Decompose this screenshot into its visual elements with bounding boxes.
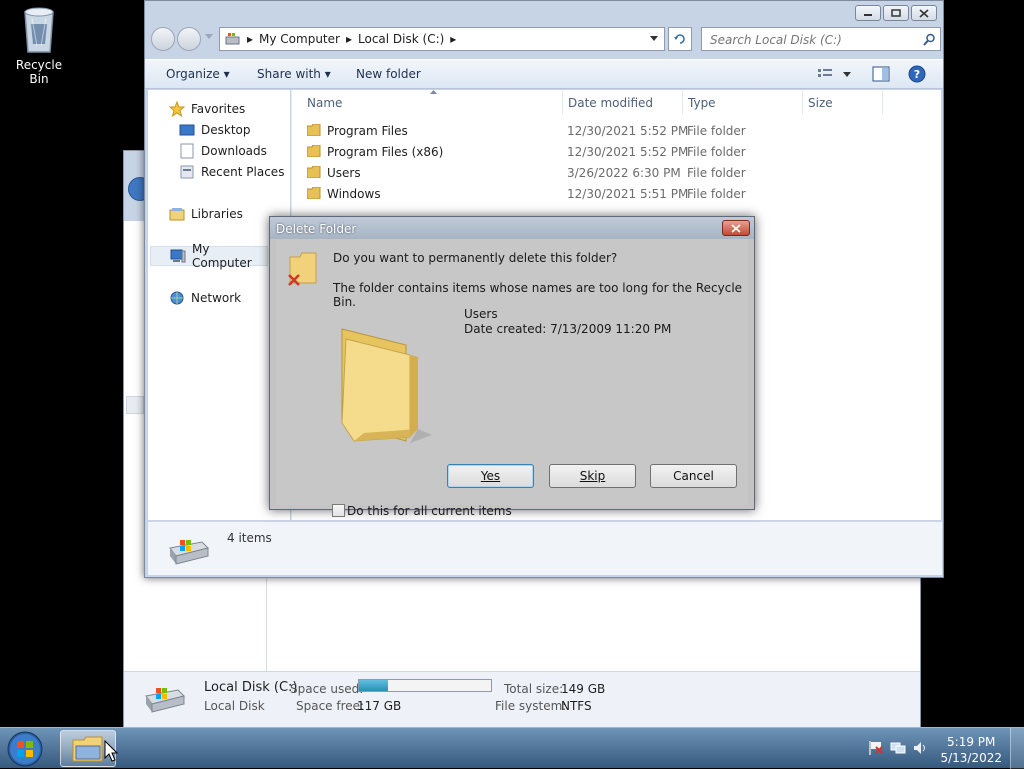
search-input[interactable]: Search Local Disk (C:) [701,27,941,51]
computer-icon [170,248,186,264]
file-row[interactable]: Windows 12/30/2021 5:51 PM File folder [292,184,942,205]
column-header-type[interactable]: Type [688,90,803,114]
forward-button[interactable] [177,27,201,51]
file-system-value: NTFS [561,699,592,713]
network-tray-icon[interactable] [890,740,906,756]
apply-to-all-label[interactable]: Do this for all current items [347,504,512,518]
action-center-flag-icon[interactable] [868,740,884,756]
network-icon [169,290,185,306]
command-bar: Organize ▾ Share with ▾ New folder ? [145,59,943,89]
dialog-close-button[interactable] [722,220,750,236]
sort-ascending-icon [430,90,437,95]
status-bar: 4 items [148,521,942,575]
folder-name: Users [464,307,498,321]
space-used-bar [358,679,492,692]
drive-icon [166,534,210,566]
share-with-button[interactable]: Share with ▾ [257,67,331,81]
recycle-bin-icon [19,6,59,54]
folder-icon [307,187,321,199]
volume-icon[interactable] [912,740,928,756]
desktop-icon [179,122,195,138]
help-icon[interactable]: ? [908,65,926,83]
delete-folder-dialog[interactable]: Delete Folder Do you want to permanently… [269,216,755,518]
file-row[interactable]: Program Files (x86) 12/30/2021 5:52 PM F… [292,142,942,163]
space-used-label: Space used: [290,682,364,696]
breadcrumb-my-computer[interactable]: My Computer [259,32,340,46]
drive-icon [142,682,186,716]
close-button[interactable] [911,5,937,21]
mouse-cursor-icon [104,740,118,762]
cancel-button[interactable]: Cancel [650,464,737,488]
breadcrumb-separator-icon[interactable]: ▸ [450,32,456,46]
skip-button[interactable]: Skip [549,464,636,488]
space-free-label: Space free: [296,699,365,713]
minimize-button[interactable] [855,5,881,21]
nav-network[interactable]: Network [169,288,241,308]
dialog-message: The folder contains items whose names ar… [333,281,743,309]
column-header-size[interactable]: Size [808,90,883,114]
star-icon [169,101,185,117]
nav-desktop[interactable]: Desktop [179,120,251,140]
file-system-label: File system: [495,699,567,713]
new-folder-button[interactable]: New folder [356,67,421,81]
yes-button[interactable]: Yes [447,464,534,488]
breadcrumb-separator-icon[interactable]: ▸ [346,32,352,46]
folder-icon [307,124,321,136]
nav-downloads[interactable]: Downloads [179,141,267,161]
space-free-value: 117 GB [357,699,402,713]
show-desktop-button[interactable] [1010,728,1024,769]
maximize-button[interactable] [883,5,909,21]
view-options-icon[interactable] [818,68,852,80]
system-tray: 5:19 PM 5/13/2022 [854,728,1024,769]
total-size-label: Total size: [504,682,564,696]
address-dropdown-icon[interactable] [650,36,658,42]
explorer-folder-icon [72,736,104,762]
file-row[interactable]: Program Files 12/30/2021 5:52 PM File fo… [292,121,942,142]
folder-date-created: Date created: 7/13/2009 11:20 PM [464,322,672,336]
recycle-bin-desktop-icon[interactable]: Recycle Bin [6,6,72,86]
libraries-icon [169,206,185,222]
preview-pane-icon[interactable] [872,66,890,82]
item-count: 4 items [227,531,272,545]
nav-favorites[interactable]: Favorites [169,99,245,119]
taskbar: 5:19 PM 5/13/2022 [0,727,1024,769]
breadcrumb-separator-icon[interactable]: ▸ [247,32,253,46]
nav-libraries[interactable]: Libraries [169,204,243,224]
organize-button[interactable]: Organize ▾ [166,67,230,81]
drive-name: Local Disk (C:) [204,680,298,695]
dialog-title: Delete Folder [270,217,754,239]
delete-folder-icon [286,249,320,289]
refresh-button[interactable] [668,27,692,51]
nav-my-computer[interactable]: My Computer [150,242,268,270]
details-pane: Local Disk (C:) Local Disk Space used: S… [124,671,920,727]
drive-small-icon [225,32,241,46]
total-size-value: 149 GB [561,682,606,696]
dialog-question: Do you want to permanently delete this f… [333,251,618,265]
nav-recent-places[interactable]: Recent Places [179,162,284,182]
recycle-bin-label: Recycle Bin [15,58,63,86]
breadcrumb-local-disk[interactable]: Local Disk (C:) [358,32,444,46]
column-header-date-modified[interactable]: Date modified [568,90,683,114]
search-icon[interactable] [923,33,936,46]
caption-buttons [855,5,937,21]
clock-date: 5/13/2022 [940,751,1002,765]
start-button[interactable] [5,730,45,768]
folder-icon [307,145,321,157]
downloads-icon [179,143,195,159]
address-bar[interactable]: ▸ My Computer ▸ Local Disk (C:) ▸ [219,27,665,51]
drive-type: Local Disk [204,699,265,713]
recent-places-icon [179,164,195,180]
clock[interactable]: 5:19 PM 5/13/2022 [940,734,1002,766]
clock-time: 5:19 PM [947,735,996,749]
apply-to-all-checkbox[interactable] [332,504,345,517]
folder-icon [307,166,321,178]
recent-pages-chevron-icon[interactable] [205,34,213,40]
folder-large-icon [336,317,436,447]
back-button[interactable] [151,27,175,51]
file-row[interactable]: Users 3/26/2022 6:30 PM File folder [292,163,942,184]
svg-text:?: ? [914,68,920,81]
